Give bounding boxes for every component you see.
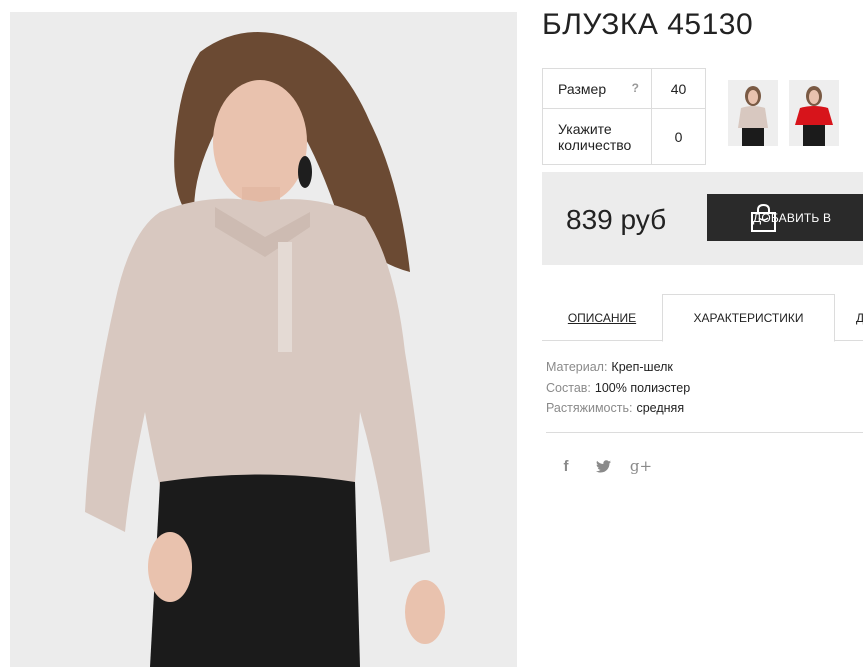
size-value[interactable]: 40 [651, 68, 706, 109]
product-options-table: Размер ? 40 Укажите количество 0 [542, 68, 706, 165]
tab-characteristics[interactable]: ХАРАКТЕРИСТИКИ [662, 294, 835, 342]
quantity-label: Укажите количество [542, 108, 652, 165]
twitter-icon[interactable] [593, 456, 613, 476]
product-title: БЛУЗКА 45130 [542, 8, 754, 41]
size-label: Размер [558, 80, 607, 97]
specs-list: Материал: Креп-шелк Состав: 100% полиэстер… [546, 357, 690, 419]
size-help-icon[interactable]: ? [632, 81, 639, 95]
price-panel: 839 руб ДОБАВИТЬ В [542, 172, 863, 265]
size-label-cell: Размер ? [542, 68, 652, 109]
spec-key: Состав: [546, 380, 591, 395]
spec-value: Креп-шелк [611, 360, 673, 374]
divider [546, 432, 863, 433]
product-main-image[interactable] [10, 12, 517, 667]
quantity-input[interactable]: 0 [651, 108, 706, 165]
spec-key: Материал: [546, 360, 608, 374]
spec-value: средняя [636, 401, 685, 415]
spec-key: Растяжимость: [546, 401, 633, 415]
thumbnail-red[interactable] [789, 80, 839, 146]
facebook-icon[interactable]: f [556, 456, 576, 476]
spec-value: 100% полиэстер [594, 380, 691, 395]
product-price: 839 руб [566, 204, 667, 235]
product-tabs: ОПИСАНИЕ ХАРАКТЕРИСТИКИ Д [542, 294, 863, 342]
spec-row: Состав: 100% полиэстер [546, 378, 690, 399]
add-to-cart-button[interactable]: ДОБАВИТЬ В [707, 194, 863, 241]
shopping-bag-icon [751, 204, 776, 232]
google-plus-icon[interactable]: g+ [630, 456, 652, 476]
spec-row: Растяжимость: средняя [546, 398, 690, 419]
tab-delivery[interactable]: Д [856, 294, 863, 341]
thumbnail-beige[interactable] [728, 80, 778, 146]
spec-row: Материал: Креп-шелк [546, 357, 690, 378]
tab-description[interactable]: ОПИСАНИЕ [542, 294, 662, 341]
